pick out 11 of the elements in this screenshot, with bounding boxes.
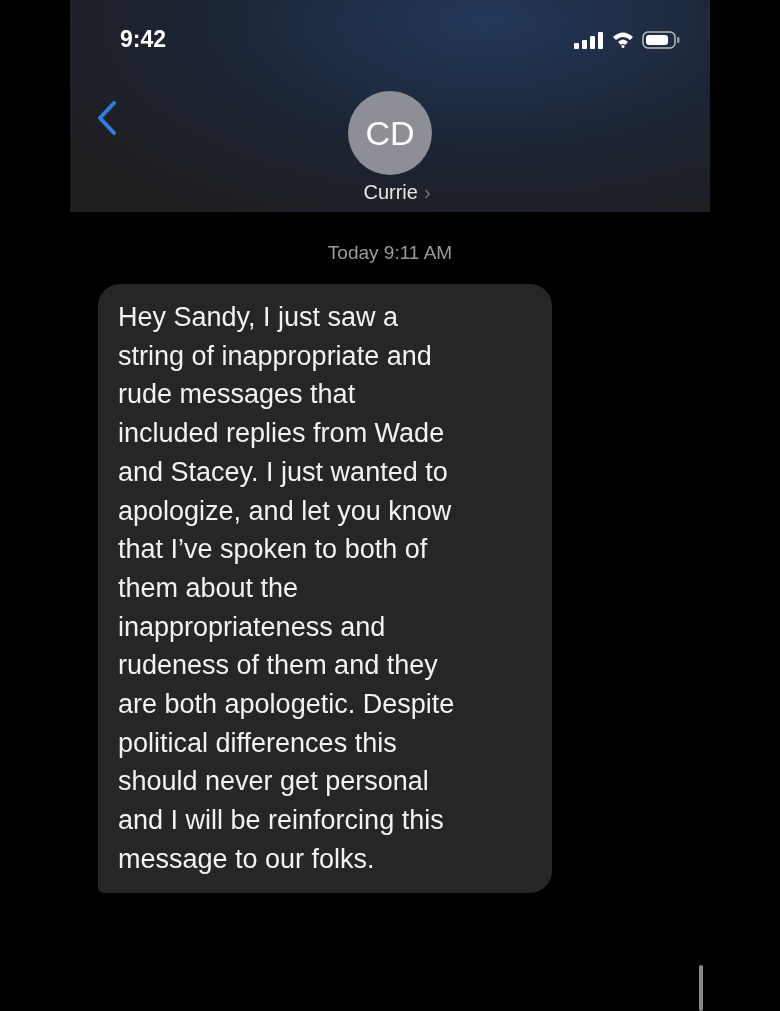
chevron-icon[interactable]: › (423, 181, 431, 204)
contact-name[interactable]: Currie (363, 181, 418, 204)
signal-icon (574, 30, 604, 49)
message-timestamp: Today 9:11 AM (326, 242, 454, 264)
contact-avatar[interactable]: CD (348, 91, 432, 175)
wifi-icon (612, 31, 634, 48)
back-icon[interactable] (96, 100, 118, 136)
message-bubble: Hey Sandy, I just saw a string of inappropriate and rude messages that included replies from Wade and Stacey. I just wanted to apologize, and let you know that I’ve spoken to both of them about the inappropriateness and rudeness of them and they are both apologetic. Despite political differences this should never get personal and I will be reinforcing this message to our folks. (98, 284, 552, 893)
status-time: 9:42 (120, 26, 167, 53)
battery-icon (642, 30, 680, 49)
scroll-indicator (699, 965, 703, 1011)
